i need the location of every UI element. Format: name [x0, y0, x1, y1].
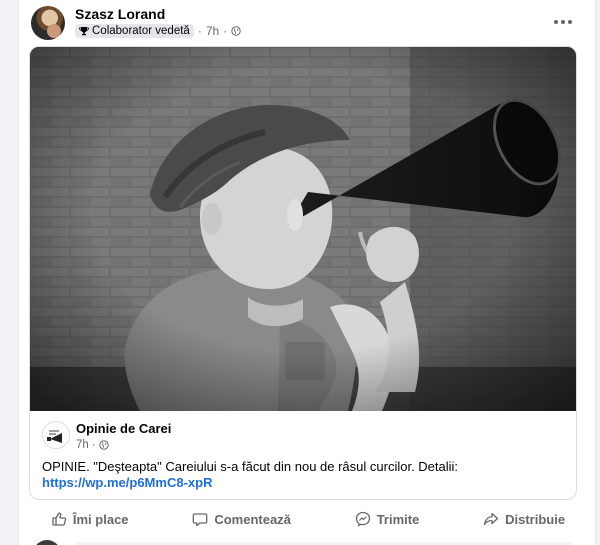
like-icon	[52, 512, 67, 526]
share-label: Distribuie	[505, 511, 566, 527]
share-button[interactable]: Distribuie	[483, 511, 565, 527]
post-time[interactable]: 7h	[206, 24, 219, 38]
post-link[interactable]: https://wp.me/p6MmC8-xpR	[42, 475, 564, 491]
contributor-badge[interactable]: Colaborator vedetă	[75, 24, 194, 38]
page-logo[interactable]	[42, 421, 70, 449]
photo-illustration	[30, 47, 576, 411]
shared-post[interactable]: Opinie de Carei 7h · OPINIE. "Deşteapta"…	[29, 46, 577, 500]
page-time[interactable]: 7h	[76, 439, 89, 451]
action-bar: Îmi place Comentează Trimite Distribuie	[19, 504, 597, 534]
share-icon	[483, 512, 499, 526]
megaphone-boy-photo[interactable]	[30, 47, 576, 411]
trophy-icon	[79, 27, 89, 36]
separator-dot: ·	[223, 24, 228, 38]
comment-button[interactable]: Comentează	[192, 511, 291, 527]
megaphone-logo-icon	[47, 430, 62, 443]
page-meta: 7h ·	[76, 439, 109, 451]
viewer-avatar	[33, 540, 61, 545]
separator-dot: ·	[91, 439, 96, 451]
post-header: Szasz Lorand Colaborator vedetă · 7h ·	[31, 6, 583, 42]
like-label: Îmi place	[72, 511, 129, 527]
author-avatar[interactable]	[31, 6, 65, 40]
post-card: Szasz Lorand Colaborator vedetă · 7h · O…	[18, 0, 596, 545]
comment-composer	[31, 538, 585, 545]
comment-label: Comentează	[214, 511, 291, 527]
shared-post-text: OPINIE. "Deşteapta" Careiului s-a făcut …	[42, 459, 564, 491]
send-button[interactable]: Trimite	[355, 511, 420, 527]
author-name[interactable]: Szasz Lorand	[75, 6, 165, 22]
like-button[interactable]: Îmi place	[51, 511, 129, 527]
page-name[interactable]: Opinie de Carei	[76, 421, 171, 436]
globe-icon	[98, 440, 109, 450]
badge-label: Colaborator vedetă	[92, 25, 190, 37]
send-label: Trimite	[376, 511, 420, 527]
messenger-icon	[355, 511, 370, 527]
post-meta: Colaborator vedetă · 7h ·	[75, 24, 241, 38]
comment-icon	[192, 513, 208, 527]
separator-dot: ·	[197, 24, 202, 38]
more-options-icon[interactable]	[549, 12, 577, 32]
post-body: OPINIE. "Deşteapta" Careiului s-a făcut …	[42, 459, 459, 474]
globe-icon	[231, 26, 241, 36]
